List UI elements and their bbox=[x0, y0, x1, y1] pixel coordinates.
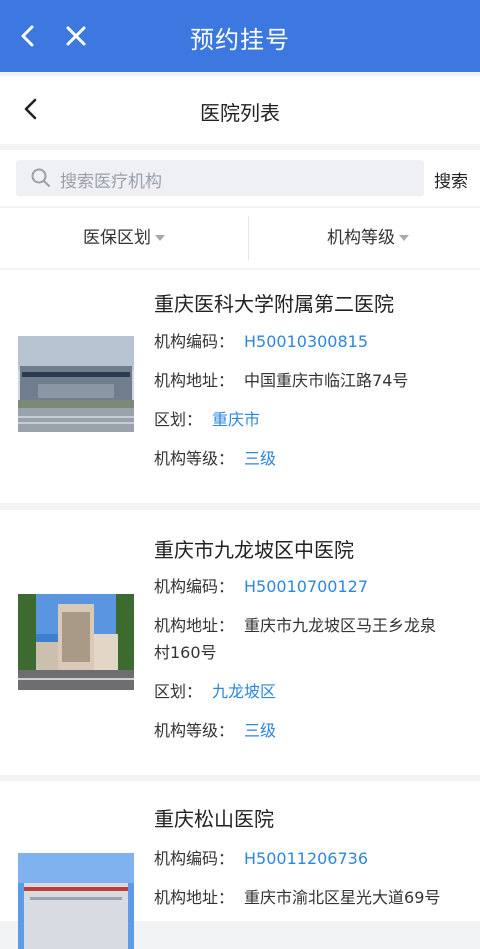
hospital-address-continued: 村160号 bbox=[154, 643, 217, 662]
hospital-level-row: 机构等级： 三级 bbox=[154, 717, 276, 744]
hospital-photo bbox=[18, 336, 134, 432]
code-label: 机构编码： bbox=[154, 849, 235, 868]
hospital-code: H50010700127 bbox=[244, 577, 369, 596]
search-icon bbox=[31, 168, 50, 187]
hospital-card[interactable]: 重庆松山医院 机构编码： H50011206736 机构地址： 重庆市渝北区星光大道… bbox=[0, 781, 480, 949]
address-label: 机构地址： bbox=[154, 616, 235, 635]
filter-district-label: 医保区划 bbox=[83, 228, 151, 248]
hospital-district: 重庆市 bbox=[212, 410, 261, 429]
hospital-level: 三级 bbox=[244, 449, 277, 468]
hospital-name: 重庆松山医院 bbox=[154, 807, 274, 831]
hospital-level: 三级 bbox=[244, 721, 277, 740]
hospital-address-row: 机构地址： 重庆市九龙坡区马王乡龙泉 bbox=[154, 612, 436, 639]
district-label: 区划： bbox=[154, 682, 203, 701]
hospital-code: H50010300815 bbox=[244, 332, 369, 351]
app-header: 预约挂号 bbox=[0, 0, 480, 72]
hospital-district-row: 区划： 九龙坡区 bbox=[154, 678, 276, 705]
code-label: 机构编码： bbox=[154, 577, 235, 596]
hospital-address: 重庆市渝北区星光大道69号 bbox=[244, 888, 441, 907]
caret-down-icon bbox=[155, 235, 165, 241]
code-label: 机构编码： bbox=[154, 332, 235, 351]
hospital-level-row: 机构等级： 三级 bbox=[154, 445, 276, 472]
hospital-card[interactable]: 重庆医科大学附属第二医院 机构编码： H50010300815 机构地址： 中国重庆… bbox=[0, 270, 480, 503]
search-bar: 搜索医疗机构 搜索 bbox=[0, 150, 480, 206]
page-title: 医院列表 bbox=[200, 101, 280, 125]
hospital-address: 重庆市九龙坡区马王乡龙泉 bbox=[244, 616, 437, 635]
hospital-code-row: 机构编码： H50010300815 bbox=[154, 328, 368, 355]
caret-down-icon bbox=[399, 235, 409, 241]
search-placeholder: 搜索医疗机构 bbox=[60, 172, 162, 192]
app-title: 预约挂号 bbox=[190, 26, 290, 54]
hospital-card[interactable]: 重庆市九龙坡区中医院 机构编码： H50010700127 机构地址： 重庆市九龙坡… bbox=[0, 510, 480, 775]
district-label: 区划： bbox=[154, 410, 203, 429]
hospital-code: H50011206736 bbox=[244, 849, 369, 868]
filter-level-label: 机构等级 bbox=[327, 228, 395, 248]
address-label: 机构地址： bbox=[154, 888, 235, 907]
search-input[interactable]: 搜索医疗机构 bbox=[16, 160, 424, 196]
address-label: 机构地址： bbox=[154, 371, 235, 390]
search-button[interactable]: 搜索 bbox=[434, 167, 468, 192]
filter-level[interactable]: 机构等级 bbox=[248, 208, 480, 268]
page-header: 医院列表 bbox=[0, 76, 480, 144]
hospital-district: 九龙坡区 bbox=[212, 682, 277, 701]
level-label: 机构等级： bbox=[154, 449, 235, 468]
filter-bar: 医保区划 机构等级 bbox=[0, 208, 480, 268]
hospital-address: 中国重庆市临江路74号 bbox=[244, 371, 409, 390]
hospital-name: 重庆市九龙坡区中医院 bbox=[154, 538, 354, 562]
hospital-photo bbox=[18, 853, 134, 949]
level-label: 机构等级： bbox=[154, 721, 235, 740]
hospital-district-row: 区划： 重庆市 bbox=[154, 406, 260, 433]
hospital-code-row: 机构编码： H50011206736 bbox=[154, 845, 368, 872]
hospital-address-row: 机构地址： 重庆市渝北区星光大道69号 bbox=[154, 884, 440, 911]
hospital-name: 重庆医科大学附属第二医院 bbox=[154, 292, 394, 316]
hospital-photo bbox=[18, 594, 134, 690]
filter-district[interactable]: 医保区划 bbox=[4, 208, 244, 268]
hospital-address-row: 机构地址： 中国重庆市临江路74号 bbox=[154, 367, 408, 394]
hospital-code-row: 机构编码： H50010700127 bbox=[154, 573, 368, 600]
